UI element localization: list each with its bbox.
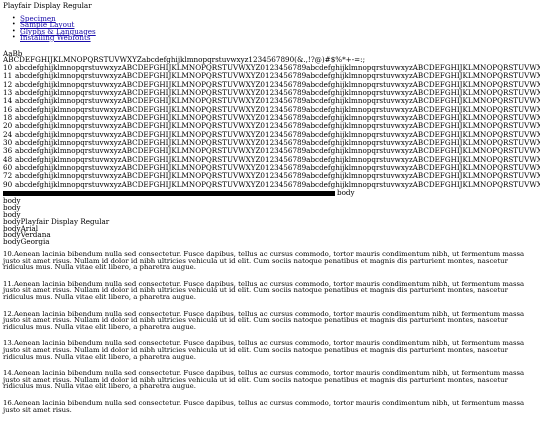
waterfall-text: abcdefghijklmnopqrstuvwxyzABCDEFGHIJKLMN… <box>15 80 540 89</box>
waterfall-size: 48 <box>3 155 13 164</box>
waterfall-size: 16 <box>3 105 13 114</box>
waterfall-row: 90 abcdefghijklmnopqrstuvwxyzABCDEFGHIJKL… <box>3 181 540 189</box>
waterfall-text: abcdefghijklmnopqrstuvwxyzABCDEFGHIJKLMN… <box>15 172 540 181</box>
waterfall-size: 11 <box>3 72 13 81</box>
waterfall-row: 48 abcdefghijklmnopqrstuvwxyzABCDEFGHIJKL… <box>3 156 540 164</box>
waterfall-size: 20 <box>3 122 13 131</box>
waterfall-text: abcdefghijklmnopqrstuvwxyzABCDEFGHIJKLMN… <box>15 97 540 106</box>
sample-paragraph: 11.Aenean lacinia bibendum nulla sed con… <box>3 279 525 301</box>
sample-paragraph: 16.Aenean lacinia bibendum nulla sed con… <box>3 398 525 414</box>
waterfall-text: abcdefghijklmnopqrstuvwxyzABCDEFGHIJKLMN… <box>15 180 540 189</box>
waterfall-row: 14 abcdefghijklmnopqrstuvwxyzABCDEFGHIJKL… <box>3 97 540 105</box>
waterfall-text: abcdefghijklmnopqrstuvwxyzABCDEFGHIJKLMN… <box>15 122 540 131</box>
nav-list: Specimen Sample Layout Glyphs & Language… <box>12 15 96 42</box>
waterfall-text: abcdefghijklmnopqrstuvwxyzABCDEFGHIJKLMN… <box>15 64 540 72</box>
waterfall-size: 36 <box>3 147 13 156</box>
sample-paragraph: 10.Aenean lacinia bibendum nulla sed con… <box>3 250 525 272</box>
waterfall-text: abcdefghijklmnopqrstuvwxyzABCDEFGHIJKLMN… <box>15 72 540 81</box>
waterfall-row: 12 abcdefghijklmnopqrstuvwxyzABCDEFGHIJKL… <box>3 81 540 89</box>
waterfall-size: 60 <box>3 163 13 172</box>
waterfall-row: 20 abcdefghijklmnopqrstuvwxyzABCDEFGHIJKL… <box>3 122 540 130</box>
waterfall-row: 13 abcdefghijklmnopqrstuvwxyzABCDEFGHIJKL… <box>3 89 540 97</box>
waterfall-text: abcdefghijklmnopqrstuvwxyzABCDEFGHIJKLMN… <box>15 105 540 114</box>
sample-paragraph: 13.Aenean lacinia bibendum nulla sed con… <box>3 339 525 361</box>
waterfall-row: 60 abcdefghijklmnopqrstuvwxyzABCDEFGHIJKL… <box>3 164 540 172</box>
waterfall-size: 12 <box>3 80 13 89</box>
waterfall-size: 72 <box>3 172 13 181</box>
waterfall-row: 18 abcdefghijklmnopqrstuvwxyzABCDEFGHIJKL… <box>3 114 540 122</box>
nav-item-installing-webfonts: Installing Webfonts <box>12 33 96 42</box>
waterfall-text: abcdefghijklmnopqrstuvwxyzABCDEFGHIJKLMN… <box>15 163 540 172</box>
waterfall-text: abcdefghijklmnopqrstuvwxyzABCDEFGHIJKLMN… <box>15 155 540 164</box>
paragraph-samples: 10.Aenean lacinia bibendum nulla sed con… <box>3 251 535 423</box>
waterfall-size: 18 <box>3 113 13 122</box>
size-waterfall: 10 abcdefghijklmnopqrstuvwxyzABCDEFGHIJKL… <box>3 64 540 189</box>
waterfall-row: 10 abcdefghijklmnopqrstuvwxyzABCDEFGHIJKL… <box>3 64 540 72</box>
waterfall-row: 24 abcdefghijklmnopqrstuvwxyzABCDEFGHIJKL… <box>3 131 540 139</box>
sample-paragraph: 12.Aenean lacinia bibendum nulla sed con… <box>3 309 525 331</box>
waterfall-row: 30 abcdefghijklmnopqrstuvwxyzABCDEFGHIJKL… <box>3 139 540 147</box>
waterfall-row: 72 abcdefghijklmnopqrstuvwxyzABCDEFGHIJKL… <box>3 172 540 180</box>
waterfall-size: 90 <box>3 180 13 189</box>
waterfall-row: 16 abcdefghijklmnopqrstuvwxyzABCDEFGHIJKL… <box>3 106 540 114</box>
nav-link-installing-webfonts[interactable]: Installing Webfonts <box>20 33 91 42</box>
specimen-charset: ABCDEFGHIJKLMNOPQRSTUVWXYZabcdefghijklmn… <box>3 56 366 64</box>
waterfall-size: 30 <box>3 138 13 147</box>
waterfall-row: 11 abcdefghijklmnopqrstuvwxyzABCDEFGHIJKL… <box>3 72 540 80</box>
waterfall-text: abcdefghijklmnopqrstuvwxyzABCDEFGHIJKLMN… <box>15 147 540 156</box>
black-bar <box>3 191 335 196</box>
waterfall-text: abcdefghijklmnopqrstuvwxyzABCDEFGHIJKLMN… <box>15 130 540 139</box>
font-stack-list: body body body bodyPlayfair Display Regu… <box>3 197 109 247</box>
page-title: Playfair Display Regular <box>3 1 92 10</box>
waterfall-size: 24 <box>3 130 13 139</box>
font-stack-row: bodyGeorgia <box>3 237 50 247</box>
waterfall-text: abcdefghijklmnopqrstuvwxyzABCDEFGHIJKLMN… <box>15 113 540 122</box>
waterfall-text: abcdefghijklmnopqrstuvwxyzABCDEFGHIJKLMN… <box>15 138 540 147</box>
sample-paragraph: 14.Aenean lacinia bibendum nulla sed con… <box>3 369 525 391</box>
waterfall-size: 13 <box>3 88 13 97</box>
waterfall-text: abcdefghijklmnopqrstuvwxyzABCDEFGHIJKLMN… <box>15 88 540 97</box>
waterfall-size: 14 <box>3 97 13 106</box>
bar-label: body <box>337 188 355 197</box>
waterfall-size: 10 <box>3 64 13 72</box>
waterfall-row: 36 abcdefghijklmnopqrstuvwxyzABCDEFGHIJKL… <box>3 147 540 155</box>
